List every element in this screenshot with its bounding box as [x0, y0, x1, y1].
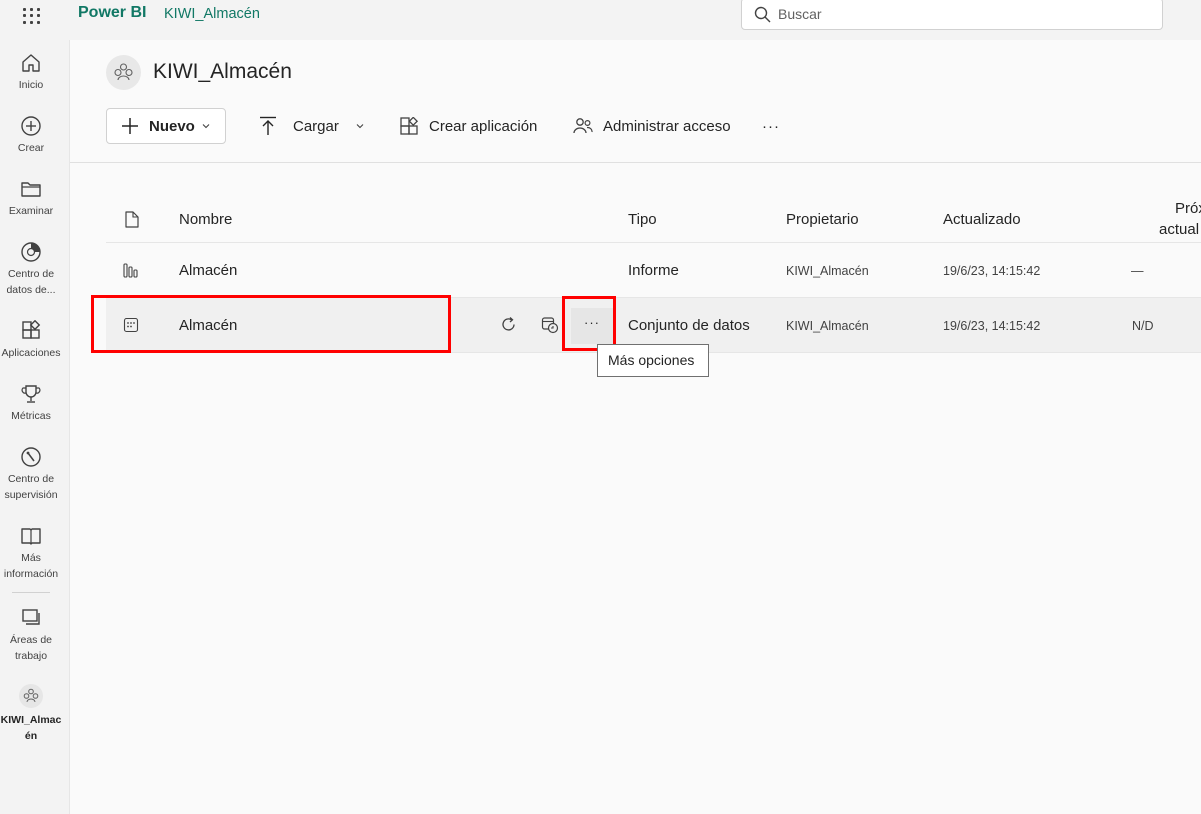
rail-label: Más información — [3, 552, 59, 580]
data-hub-icon — [21, 242, 41, 262]
column-header-proxima[interactable]: Próx — [1175, 200, 1201, 217]
highlight-box-more-options — [562, 296, 616, 351]
folder-icon — [21, 182, 41, 197]
item-updated: 19/6/23, 14:15:42 — [943, 319, 1041, 333]
rail-item-areas-trabajo[interactable]: Áreas de trabajo — [0, 607, 62, 664]
upload-icon — [260, 116, 276, 135]
item-next-refresh: N/D — [1132, 319, 1154, 333]
trophy-icon — [21, 385, 41, 403]
rail-item-crear[interactable]: Crear — [0, 115, 62, 156]
breadcrumb-workspace[interactable]: KIWI_Almacén — [164, 6, 260, 22]
column-header-proxima-line2: actual — [1159, 221, 1200, 238]
item-type: Informe — [628, 262, 679, 279]
rail-item-metricas[interactable]: Métricas — [0, 383, 62, 424]
chevron-down-icon — [356, 124, 364, 129]
brand-name[interactable]: Power BI — [78, 4, 146, 22]
item-owner: KIWI_Almacén — [786, 264, 869, 278]
workspace-avatar — [106, 55, 141, 90]
book-icon — [21, 528, 41, 545]
upload-button-label: Cargar — [293, 117, 339, 135]
rail-item-centro-supervision[interactable]: Centro de supervisión — [0, 446, 62, 503]
apps-icon — [400, 116, 419, 135]
plus-circle-icon — [21, 116, 41, 136]
rail-divider — [12, 592, 50, 593]
rail-item-mas-informacion[interactable]: Más información — [0, 525, 62, 582]
home-icon — [22, 54, 40, 72]
workspace-content: KIWI_Almacén Nuevo Cargar Crear aplicaci… — [69, 40, 1201, 814]
table-header: Nombre Tipo Propietario Actualizado Próx… — [106, 200, 1201, 243]
search-icon — [754, 6, 771, 23]
rail-item-inicio[interactable]: Inicio — [0, 52, 62, 93]
left-navigation-rail: Inicio Crear Examinar Centro de datos de… — [0, 40, 68, 814]
column-header-tipo[interactable]: Tipo — [628, 211, 657, 228]
highlight-box-item-name — [91, 295, 451, 353]
people-icon — [573, 118, 593, 134]
rail-label: Métricas — [11, 410, 51, 422]
top-bar: Power BI KIWI_Almacén — [0, 0, 1201, 40]
report-icon — [123, 263, 138, 278]
toolbar-more-button[interactable]: ··· — [762, 108, 780, 144]
search-box[interactable] — [741, 0, 1163, 30]
rail-label: Centro de datos de... — [6, 268, 56, 296]
rail-item-workspace-kiwi[interactable]: KIWI_Almacén — [0, 683, 62, 744]
manage-access-button-label: Administrar acceso — [603, 117, 731, 135]
table-row[interactable]: Almacén Informe KIWI_Almacén 19/6/23, 14… — [106, 243, 1201, 298]
refresh-icon[interactable] — [500, 316, 517, 333]
rail-item-centro-datos[interactable]: Centro de datos de... — [0, 241, 62, 298]
item-next-refresh: — — [1131, 264, 1144, 278]
search-input[interactable] — [778, 4, 1148, 24]
monitor-hub-icon — [21, 447, 41, 467]
workspaces-icon — [22, 609, 40, 625]
file-icon — [125, 211, 139, 228]
manage-access-button[interactable]: Administrar acceso — [573, 108, 731, 144]
column-header-actualizado[interactable]: Actualizado — [943, 211, 1021, 228]
toolbar-divider — [70, 162, 1201, 163]
create-app-button[interactable]: Crear aplicación — [400, 108, 537, 144]
more-options-tooltip: Más opciones — [597, 344, 709, 377]
rail-label: Inicio — [18, 79, 44, 91]
chevron-down-icon — [202, 124, 210, 129]
item-owner: KIWI_Almacén — [786, 319, 869, 333]
rail-label: KIWI_Almacén — [0, 714, 62, 742]
rail-label: Áreas de trabajo — [9, 634, 53, 662]
workspace-icon — [19, 684, 43, 708]
rail-label: Centro de supervisión — [4, 473, 58, 501]
schedule-refresh-icon[interactable] — [541, 316, 559, 334]
item-type: Conjunto de datos — [628, 317, 750, 334]
rail-label: Examinar — [8, 205, 54, 217]
rail-item-aplicaciones[interactable]: Aplicaciones — [0, 320, 62, 361]
new-button[interactable]: Nuevo — [106, 108, 226, 144]
plus-icon — [122, 118, 138, 134]
item-name-link[interactable]: Almacén — [179, 262, 237, 279]
page-title: KIWI_Almacén — [153, 60, 292, 83]
app-launcher-icon[interactable] — [20, 5, 42, 27]
new-button-label: Nuevo — [149, 117, 195, 135]
create-app-button-label: Crear aplicación — [429, 117, 538, 135]
rail-label: Aplicaciones — [1, 347, 61, 359]
rail-item-examinar[interactable]: Examinar — [0, 178, 62, 219]
workspace-icon — [114, 63, 133, 81]
rail-label: Crear — [17, 142, 45, 154]
column-header-propietario[interactable]: Propietario — [786, 211, 859, 228]
upload-button[interactable]: Cargar — [259, 108, 365, 144]
item-updated: 19/6/23, 14:15:42 — [943, 264, 1041, 278]
apps-icon — [22, 320, 41, 339]
column-header-nombre[interactable]: Nombre — [179, 211, 232, 228]
